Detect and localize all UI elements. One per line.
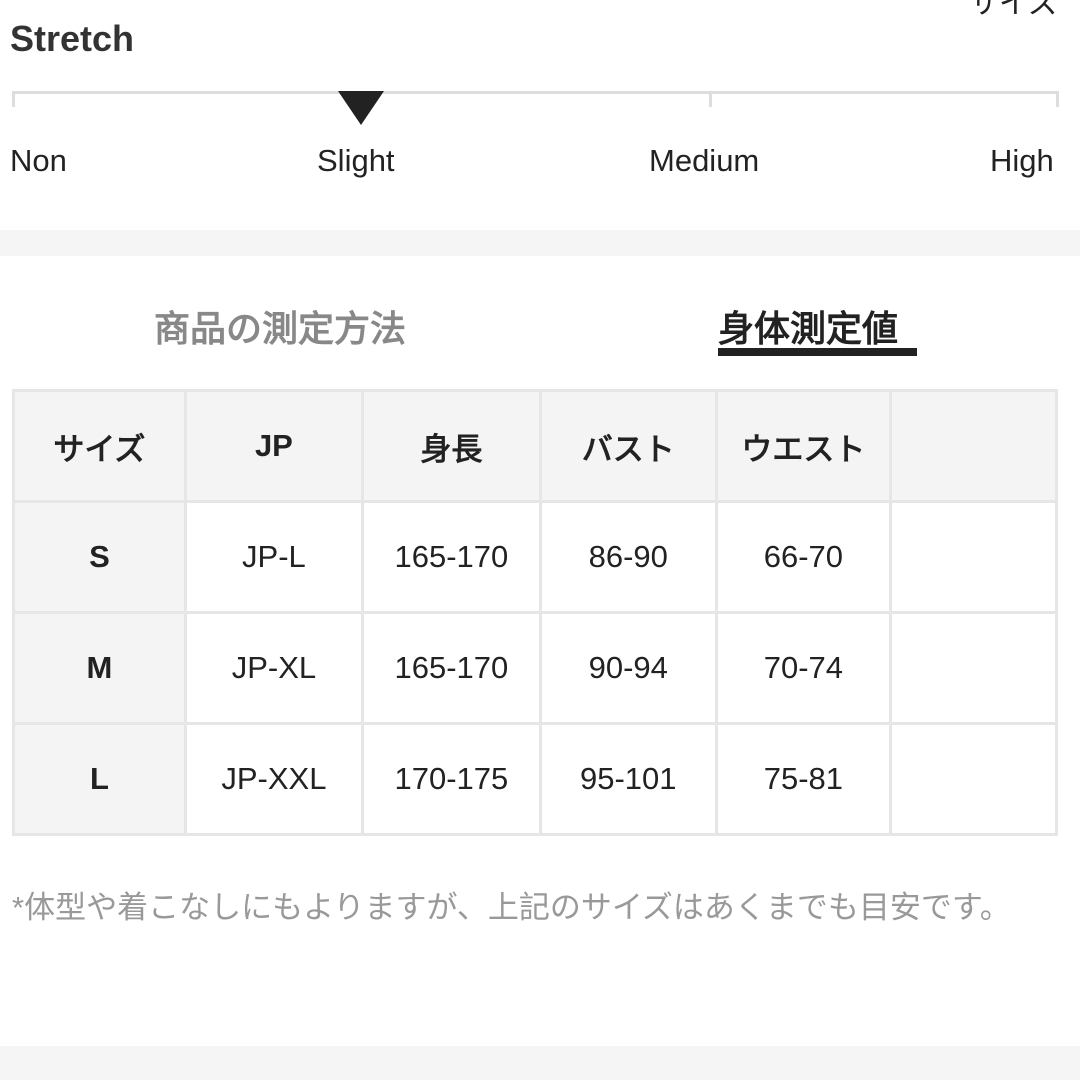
table-cell-clipped [889,722,1058,836]
table-cell: 66-70 [714,500,893,614]
section-divider [0,1046,1080,1080]
table-cell-clipped [889,611,1058,725]
table-cell: 75-81 [714,722,893,836]
table-cell: 170-175 [360,722,542,836]
table-cell: 90-94 [538,611,718,725]
header-cell: ウエスト [714,389,893,503]
table-cell: 165-170 [360,500,542,614]
table-cell-clipped [889,500,1058,614]
table-cell: JP-XXL [183,722,364,836]
table-cell: JP-L [183,500,364,614]
table-row: S JP-L 165-170 86-90 66-70 [12,500,1058,614]
table-cell: 95-101 [538,722,718,836]
table-row: M JP-XL 165-170 90-94 70-74 [12,611,1058,725]
header-cell: サイズ [12,389,187,503]
header-cell: 身長 [360,389,542,503]
header-cell: バスト [538,389,718,503]
size-cell: S [12,500,187,614]
table-cell: 165-170 [360,611,542,725]
table-row: L JP-XXL 170-175 95-101 75-81 [12,722,1058,836]
header-cell: JP [183,389,364,503]
table-cell: JP-XL [183,611,364,725]
size-cell: M [12,611,187,725]
header-cell-clipped [889,389,1058,503]
size-disclaimer-note: *体型や着こなしにもよりますが、上記のサイズはあくまでも目安です。 [12,890,1011,925]
table-cell: 70-74 [714,611,893,725]
size-cell: L [12,722,187,836]
table-header-row: サイズ JP 身長 バスト ウエスト [12,389,1058,503]
table-cell: 86-90 [538,500,718,614]
size-table: サイズ JP 身長 バスト ウエスト S JP-L 165-170 86-90 … [12,389,1058,836]
